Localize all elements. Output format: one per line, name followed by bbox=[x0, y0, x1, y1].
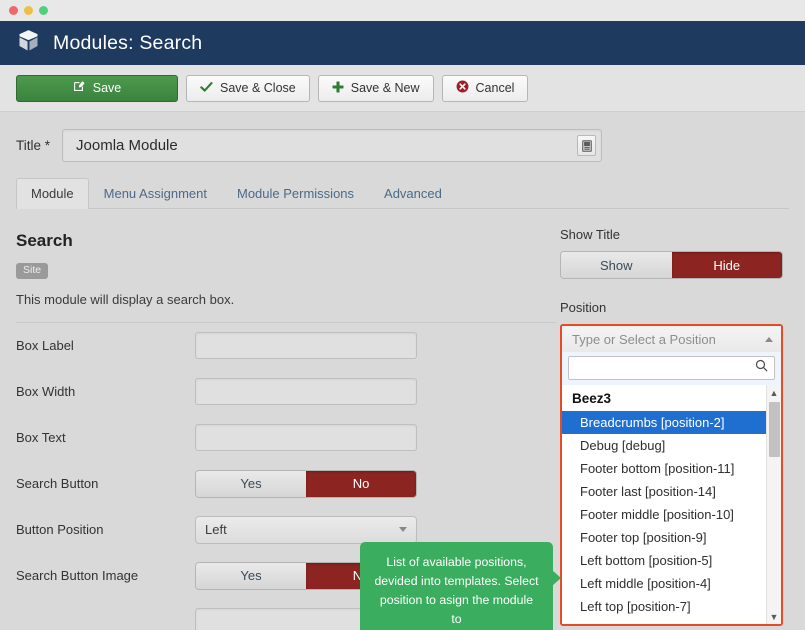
box-label-control bbox=[195, 332, 556, 359]
box-width-label: Box Width bbox=[16, 384, 195, 399]
position-search-input[interactable] bbox=[576, 360, 755, 376]
search-button-yes[interactable]: Yes bbox=[196, 471, 306, 497]
position-list: Beez3 Breadcrumbs [position-2] Debug [de… bbox=[562, 385, 781, 618]
cancel-circle-icon bbox=[456, 80, 469, 96]
title-label: Title * bbox=[16, 138, 50, 153]
search-button-control: Yes No bbox=[195, 470, 556, 498]
form-row-box-label: Box Label bbox=[16, 323, 556, 369]
button-position-control: Left bbox=[195, 516, 556, 544]
search-button-no[interactable]: No bbox=[306, 471, 416, 497]
position-list-scrollbar[interactable]: ▲ ▼ bbox=[766, 385, 781, 624]
show-title-toggle[interactable]: Show Hide bbox=[560, 251, 783, 279]
position-tooltip: List of available positions, devided int… bbox=[360, 542, 553, 630]
cancel-button-label: Cancel bbox=[476, 81, 515, 95]
box-label-label: Box Label bbox=[16, 338, 195, 353]
save-button[interactable]: Save bbox=[16, 75, 178, 102]
tab-module-permissions[interactable]: Module Permissions bbox=[222, 178, 369, 209]
tab-bar: Module Menu Assignment Module Permission… bbox=[16, 178, 789, 209]
window-titlebar bbox=[0, 0, 805, 21]
save-button-label: Save bbox=[93, 81, 122, 95]
position-combobox-header[interactable]: Type or Select a Position bbox=[562, 326, 781, 352]
magnifier-icon bbox=[755, 359, 768, 377]
list-item[interactable]: Left middle [position-4] bbox=[562, 572, 781, 595]
form-row-search-button: Search Button Yes No bbox=[16, 461, 556, 507]
list-item[interactable]: Left bottom [position-5] bbox=[562, 549, 781, 572]
title-input[interactable] bbox=[74, 136, 577, 155]
content-area: Title * Module Menu Assignment Module Pe… bbox=[0, 112, 805, 629]
show-title-hide[interactable]: Hide bbox=[672, 252, 783, 278]
title-row: Title * bbox=[0, 112, 805, 162]
tab-advanced[interactable]: Advanced bbox=[369, 178, 457, 209]
form-row-box-width: Box Width bbox=[16, 369, 556, 415]
list-item[interactable]: Footer bottom [position-11] bbox=[562, 457, 781, 480]
cube-icon bbox=[17, 29, 40, 57]
position-list-wrapper: Beez3 Breadcrumbs [position-2] Debug [de… bbox=[562, 385, 781, 624]
box-text-input[interactable] bbox=[195, 424, 417, 451]
position-search-box[interactable] bbox=[568, 356, 775, 380]
save-and-close-button[interactable]: Save & Close bbox=[186, 75, 310, 102]
search-button-image-label: Search Button Image bbox=[16, 568, 195, 583]
button-position-label: Button Position bbox=[16, 522, 195, 537]
show-title-show[interactable]: Show bbox=[561, 252, 672, 278]
scroll-down-arrow-icon[interactable]: ▼ bbox=[767, 609, 781, 624]
cancel-button[interactable]: Cancel bbox=[442, 75, 529, 102]
scrollbar-thumb[interactable] bbox=[769, 402, 780, 457]
position-placeholder: Type or Select a Position bbox=[572, 332, 716, 347]
form-row-box-text: Box Text bbox=[16, 415, 556, 461]
position-search-wrapper bbox=[562, 352, 781, 385]
chevron-down-icon bbox=[399, 527, 407, 532]
list-item[interactable]: Footer last [position-14] bbox=[562, 480, 781, 503]
box-text-control bbox=[195, 424, 556, 451]
save-and-new-label: Save & New bbox=[351, 81, 420, 95]
pencil-square-icon bbox=[73, 80, 86, 96]
plus-icon bbox=[332, 81, 344, 96]
tab-menu-assignment[interactable]: Menu Assignment bbox=[89, 178, 222, 209]
save-and-new-button[interactable]: Save & New bbox=[318, 75, 434, 102]
box-label-input[interactable] bbox=[195, 332, 417, 359]
window-close-button[interactable] bbox=[9, 6, 18, 15]
window-minimize-button[interactable] bbox=[24, 6, 33, 15]
check-icon bbox=[200, 81, 213, 96]
list-item[interactable]: Left top [position-7] bbox=[562, 595, 781, 618]
title-input-wrapper[interactable] bbox=[62, 129, 602, 162]
position-group-beez3: Beez3 bbox=[562, 389, 781, 411]
search-button-toggle[interactable]: Yes No bbox=[195, 470, 417, 498]
button-position-select[interactable]: Left bbox=[195, 516, 417, 544]
tab-module[interactable]: Module bbox=[16, 178, 89, 209]
search-button-image-yes[interactable]: Yes bbox=[196, 563, 306, 589]
position-label: Position bbox=[560, 300, 789, 315]
list-item[interactable]: Breadcrumbs [position-2] bbox=[562, 411, 781, 434]
status-badge: Site bbox=[16, 263, 48, 279]
module-heading: Search bbox=[16, 231, 556, 251]
window-maximize-button[interactable] bbox=[39, 6, 48, 15]
list-item[interactable]: Footer middle [position-10] bbox=[562, 503, 781, 526]
app-header: Modules: Search bbox=[0, 21, 805, 65]
scroll-up-arrow-icon[interactable]: ▲ bbox=[767, 385, 781, 400]
list-item[interactable]: Debug [debug] bbox=[562, 434, 781, 457]
chevron-up-icon bbox=[765, 337, 773, 342]
button-position-value: Left bbox=[205, 522, 227, 537]
module-options-pane: Show Title Show Hide Position Type or Se… bbox=[556, 209, 789, 630]
article-note-icon[interactable] bbox=[577, 135, 596, 156]
save-and-close-label: Save & Close bbox=[220, 81, 296, 95]
show-title-label: Show Title bbox=[560, 227, 789, 242]
box-text-label: Box Text bbox=[16, 430, 195, 445]
list-item[interactable]: Footer top [position-9] bbox=[562, 526, 781, 549]
position-combobox[interactable]: Type or Select a Position bbox=[560, 324, 783, 626]
search-button-label: Search Button bbox=[16, 476, 195, 491]
toolbar: Save Save & Close Save & New Cancel bbox=[0, 65, 805, 112]
box-width-input[interactable] bbox=[195, 378, 417, 405]
page-title: Modules: Search bbox=[53, 32, 202, 55]
box-width-control bbox=[195, 378, 556, 405]
module-description: This module will display a search box. bbox=[16, 292, 556, 307]
